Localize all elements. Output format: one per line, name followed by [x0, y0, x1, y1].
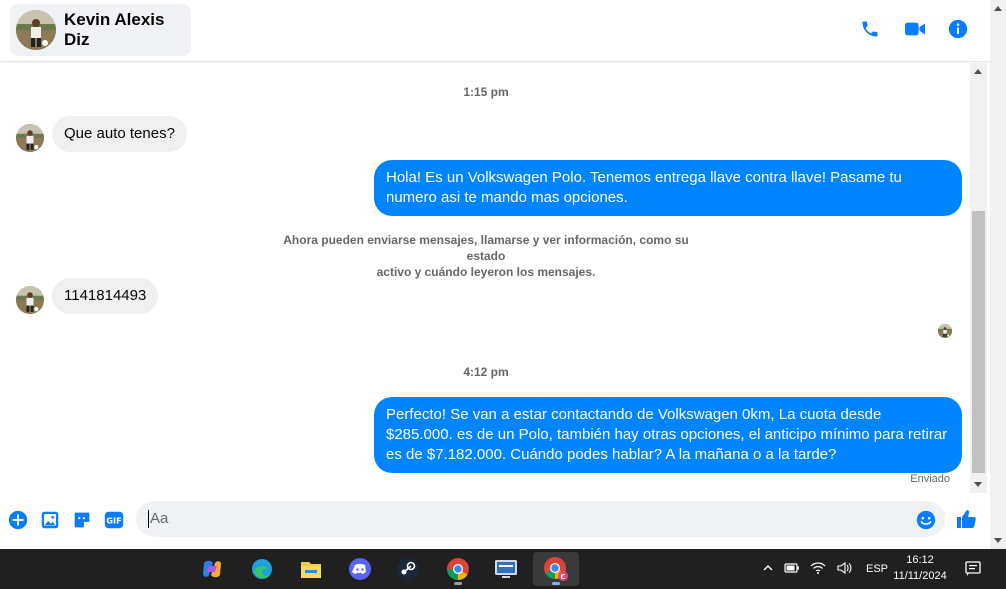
- scroll-up-arrow-icon[interactable]: [974, 69, 982, 74]
- taskbar-clock[interactable]: 16:12 11/11/2024: [885, 552, 955, 584]
- system-tray: ESP: [762, 549, 888, 589]
- volume-icon[interactable]: [836, 561, 852, 578]
- message-thread[interactable]: 1:15 pm Que auto tenes? Hola! Es un Volk…: [0, 63, 970, 493]
- battery-icon[interactable]: [784, 562, 800, 577]
- connection-notice: Ahora pueden enviarse mensajes, llamarse…: [270, 232, 702, 280]
- thread-scrollbar[interactable]: [970, 63, 987, 493]
- steam-app-icon[interactable]: [388, 552, 428, 586]
- incoming-message: Que auto tenes?: [52, 116, 187, 152]
- show-hidden-icons-chevron-icon[interactable]: [762, 562, 774, 577]
- remote-desktop-icon[interactable]: [486, 552, 526, 586]
- clock-date: 11/11/2024: [893, 570, 947, 582]
- thumbs-up-icon[interactable]: [955, 507, 979, 531]
- message-input-placeholder: Aa: [150, 510, 169, 527]
- photo-attach-icon[interactable]: [39, 509, 61, 531]
- clock-time: 16:12: [906, 554, 934, 566]
- chrome-browser-icon[interactable]: [438, 552, 478, 586]
- timestamp: 4:12 pm: [463, 365, 509, 379]
- incoming-message: 1141814493: [52, 278, 159, 314]
- notice-line-2: activo y cuándo leyeron los mensajes.: [376, 265, 596, 279]
- text-cursor: [148, 510, 149, 529]
- scroll-down-arrow-icon[interactable]: [974, 482, 982, 487]
- message-composer: GIF Aa: [0, 494, 990, 549]
- discord-app-icon[interactable]: [340, 552, 380, 586]
- running-indicator: [454, 582, 462, 585]
- scroll-thumb[interactable]: [972, 211, 985, 473]
- svg-text:GIF: GIF: [106, 516, 121, 526]
- message-input[interactable]: Aa: [136, 501, 945, 537]
- file-explorer-icon[interactable]: [291, 552, 331, 586]
- wifi-icon[interactable]: [810, 561, 826, 578]
- gif-icon[interactable]: GIF: [103, 509, 125, 531]
- contact-profile-button[interactable]: Kevin Alexis Diz: [10, 4, 191, 56]
- messenger-window: Kevin Alexis Diz 1:15 pm Que auto tenes?…: [0, 0, 1006, 549]
- outgoing-message: Hola! Es un Volkswagen Polo. Tenemos ent…: [374, 160, 962, 216]
- svg-text:C: C: [560, 573, 565, 581]
- page-scrollbar[interactable]: [990, 0, 1006, 549]
- outgoing-message: Perfecto! Se van a estar contactando de …: [374, 397, 962, 473]
- edge-browser-icon[interactable]: [242, 552, 282, 586]
- seen-indicator-avatar: [938, 324, 952, 338]
- scroll-down-arrow-icon[interactable]: [994, 538, 1002, 543]
- contact-name: Kevin Alexis Diz: [64, 10, 165, 49]
- timestamp: 1:15 pm: [463, 85, 509, 99]
- chrome-profile-app-icon[interactable]: C: [533, 552, 579, 586]
- notice-line-1: Ahora pueden enviarse mensajes, llamarse…: [283, 233, 689, 263]
- copilot-app-icon[interactable]: [192, 552, 232, 586]
- chat-header: Kevin Alexis Diz: [0, 0, 990, 62]
- emoji-icon[interactable]: [915, 509, 937, 531]
- sticker-icon[interactable]: [71, 509, 93, 531]
- contact-avatar: [16, 10, 56, 50]
- contact-avatar-small: [16, 286, 44, 314]
- add-more-icon[interactable]: [7, 509, 29, 531]
- contact-avatar-small: [16, 124, 44, 152]
- phone-call-icon[interactable]: [860, 19, 880, 39]
- notifications-icon[interactable]: [964, 560, 982, 583]
- scroll-up-arrow-icon[interactable]: [994, 6, 1002, 11]
- active-indicator: [552, 582, 560, 585]
- info-icon[interactable]: [948, 19, 968, 39]
- message-status: Enviado: [910, 473, 950, 485]
- windows-taskbar: C ESP 16:12 11/11/2024: [0, 549, 1006, 589]
- video-call-icon[interactable]: [904, 19, 925, 39]
